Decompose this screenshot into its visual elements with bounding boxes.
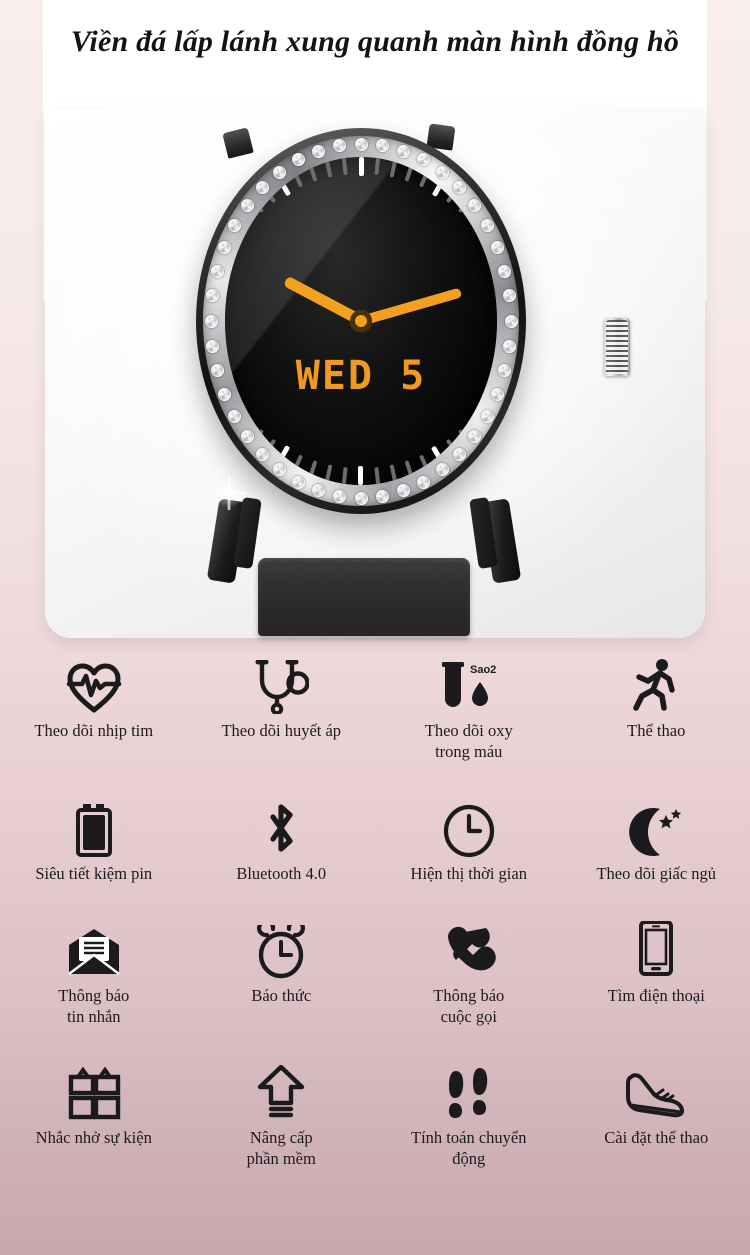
running-person-icon [563,652,750,714]
page-title: Viền đá lấp lánh xung quanh màn hình đồn… [70,25,680,58]
feature-label: Nâng cấp phần mềm [246,1128,316,1168]
upload-arrow-icon [188,1059,376,1121]
feature-row-4: Nhắc nhở sự kiện Nâng cấp phần mềm Tính … [0,1059,750,1169]
product-image-card [45,110,705,638]
feature-row-2: Siêu tiết kiệm pin Bluetooth 4.0 Hiện th… [0,795,750,884]
feature-item-sport-settings[interactable]: Cài đặt thể thao [563,1059,750,1169]
feature-row-1: Theo dõi nhịp tim Theo dõi huyết áp Sao2… [0,652,750,762]
feature-label: Siêu tiết kiệm pin [35,864,153,883]
feature-item-blood-oxygen[interactable]: Sao2 Theo dõi oxy trong máu [375,652,563,762]
feature-item-bluetooth[interactable]: Bluetooth 4.0 [188,795,376,884]
feature-label: Cài đặt thể thao [604,1128,709,1147]
product-detail-page: Viền đá lấp lánh xung quanh màn hình đồn… [0,0,750,1255]
feature-item-alarm[interactable]: Báo thức [188,917,376,1027]
feature-item-message-notify[interactable]: Thông báo tin nhắn [0,917,188,1027]
feature-item-event-reminder[interactable]: Nhắc nhở sự kiện [0,1059,188,1169]
feature-item-software-upgrade[interactable]: Nâng cấp phần mềm [188,1059,376,1169]
feature-label: Báo thức [251,986,312,1005]
alarm-clock-icon [188,917,376,979]
feature-label: Theo dõi huyết áp [221,721,342,740]
clock-icon [375,795,563,857]
blood-oxygen-icon: Sao2 [375,652,563,714]
feature-label: Thông báo cuộc gọi [433,986,505,1026]
feature-item-sport[interactable]: Thể thao [563,652,750,762]
feature-label: Bluetooth 4.0 [236,864,327,883]
message-envelope-icon [0,917,188,979]
phone-handset-icon [375,917,563,979]
footprints-icon [375,1059,563,1121]
feature-label: Theo dõi oxy trong máu [424,721,513,761]
feature-label: Theo dõi nhịp tim [34,721,154,740]
feature-label: Theo dõi giấc ngủ [596,864,717,883]
feature-label: Tính toán chuyển động [411,1128,527,1168]
feature-grid: Theo dõi nhịp tim Theo dõi huyết áp Sao2… [0,652,750,1169]
feature-item-call-notify[interactable]: Thông báo cuộc gọi [375,917,563,1027]
feature-label: Thể thao [627,721,686,740]
feature-item-blood-pressure[interactable]: Theo dõi huyết áp [188,652,376,762]
feature-item-motion-tracking[interactable]: Tính toán chuyển động [375,1059,563,1169]
moon-stars-icon [563,795,750,857]
feature-item-heart-rate[interactable]: Theo dõi nhịp tim [0,652,188,762]
stethoscope-icon [188,652,376,714]
smartphone-icon [563,917,750,979]
feature-item-sleep[interactable]: Theo dõi giấc ngủ [563,795,750,884]
bluetooth-icon [188,795,376,857]
feature-label: Nhắc nhở sự kiện [35,1128,152,1147]
feature-row-3: Thông báo tin nhắn Báo thức Thông báo cu… [0,917,750,1027]
feature-item-battery[interactable]: Siêu tiết kiệm pin [0,795,188,884]
feature-label: Thông báo tin nhắn [58,986,130,1026]
heart-pulse-icon [0,652,188,714]
feature-label: Hiện thị thời gian [410,864,527,883]
gift-boxes-icon [0,1059,188,1121]
feature-label: Tìm điện thoại [607,986,705,1005]
sneaker-icon [563,1059,750,1121]
spo2-badge-text: Sao2 [470,664,496,676]
card-glow [45,110,705,638]
feature-item-time-display[interactable]: Hiện thị thời gian [375,795,563,884]
battery-icon [0,795,188,857]
feature-item-find-phone[interactable]: Tìm điện thoại [563,917,750,1027]
